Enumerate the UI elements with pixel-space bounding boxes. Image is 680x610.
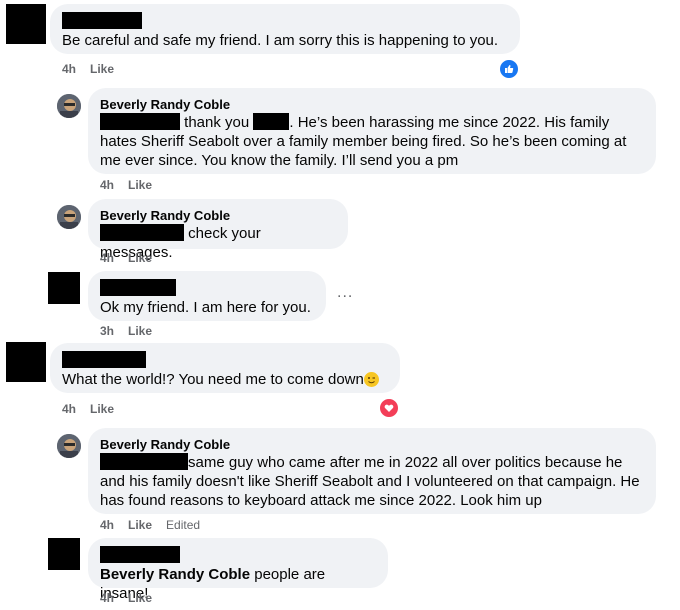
comment-text: Be careful and safe my friend. I am sorr… — [62, 32, 499, 49]
redacted-mention[interactable] — [100, 453, 188, 470]
comment-meta: 4h Like — [62, 62, 114, 76]
timestamp[interactable]: 3h — [100, 324, 114, 338]
comment-text: Ok my friend. I am here for you. — [100, 299, 311, 316]
love-icon[interactable] — [379, 398, 399, 418]
more-options-icon[interactable]: ... — [337, 284, 353, 302]
like-button[interactable]: Like — [90, 62, 114, 76]
comment-meta: 4h Like — [100, 178, 152, 192]
comment-bubble: Beverly Randy Coble check your messages. — [88, 199, 348, 261]
timestamp[interactable]: 4h — [62, 62, 76, 76]
redacted-author-name[interactable] — [62, 351, 146, 368]
avatar[interactable] — [6, 342, 46, 382]
redacted-mention[interactable] — [100, 224, 184, 241]
comment-bubble: What the world!? You need me to come dow… — [50, 343, 400, 393]
timestamp[interactable]: 4h — [100, 591, 114, 605]
edited-label: Edited — [166, 518, 201, 532]
timestamp[interactable]: 4h — [100, 178, 114, 192]
author-name[interactable]: Beverly Randy Coble — [100, 437, 644, 453]
timestamp[interactable]: 4h — [62, 402, 76, 416]
comment-bubble: Beverly Randy Coble people are insane! — [88, 538, 388, 602]
comment-bubble: Beverly Randy Coble same guy who came af… — [88, 428, 656, 514]
redacted-author-name[interactable] — [100, 279, 176, 296]
timestamp[interactable]: 4h — [100, 518, 114, 532]
avatar[interactable] — [57, 205, 81, 229]
like-button[interactable]: Like — [90, 402, 114, 416]
comment-meta: 4h Like — [100, 251, 152, 265]
comment-meta: 4h Like — [62, 402, 114, 416]
avatar[interactable] — [48, 272, 80, 304]
redacted-author-name[interactable] — [100, 546, 180, 563]
like-icon[interactable] — [499, 59, 519, 79]
timestamp[interactable]: 4h — [100, 251, 114, 265]
comment-bubble: Beverly Randy Coble thank you . He’s bee… — [88, 88, 656, 174]
avatar[interactable] — [57, 94, 81, 118]
winking-face-icon — [363, 372, 379, 387]
comment-text: thank you — [184, 114, 250, 131]
comment-bubble: Ok my friend. I am here for you. — [88, 271, 326, 321]
redacted-mention[interactable] — [100, 113, 180, 130]
like-button[interactable]: Like — [128, 518, 152, 532]
avatar[interactable] — [57, 434, 81, 458]
author-name[interactable]: Beverly Randy Coble — [100, 97, 644, 113]
like-button[interactable]: Like — [128, 178, 152, 192]
comment-meta: 4h Like Edited — [100, 518, 200, 532]
avatar[interactable] — [48, 538, 80, 570]
redacted-mention[interactable] — [253, 113, 290, 130]
comment-meta: 4h Like — [100, 591, 152, 605]
comment-bubble: Be careful and safe my friend. I am sorr… — [50, 4, 520, 54]
like-button[interactable]: Like — [128, 591, 152, 605]
author-name[interactable]: Beverly Randy Coble — [100, 208, 336, 224]
like-button[interactable]: Like — [128, 251, 152, 265]
avatar[interactable] — [6, 4, 46, 44]
comment-text: What the world!? You need me to come dow… — [62, 371, 364, 388]
like-button[interactable]: Like — [128, 324, 152, 338]
mention-link[interactable]: Beverly Randy Coble — [100, 566, 250, 583]
comment-meta: 3h Like — [100, 324, 152, 338]
redacted-author-name[interactable] — [62, 12, 142, 29]
